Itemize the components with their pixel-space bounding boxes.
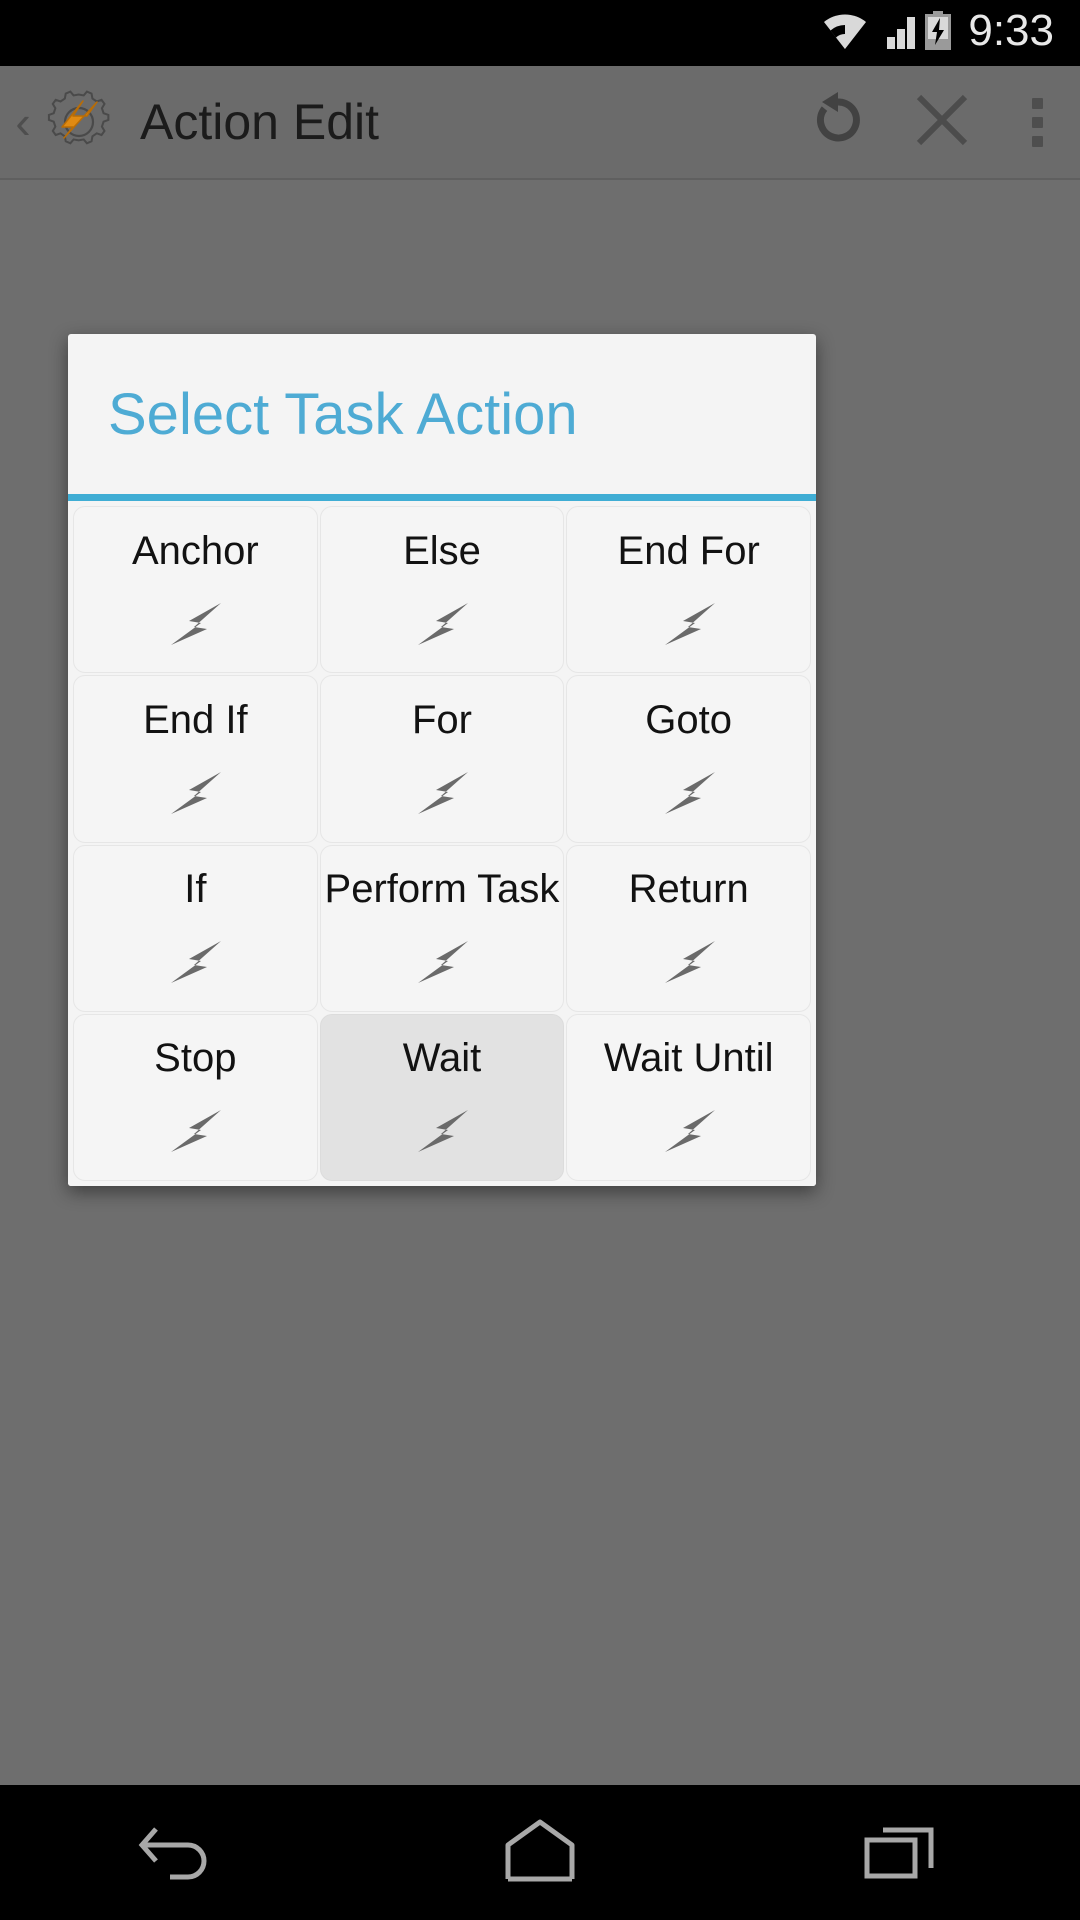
task-action-label: Stop <box>154 1036 237 1081</box>
undo-rotate-left-icon <box>807 89 869 156</box>
task-action-cell[interactable]: End For <box>566 506 811 674</box>
task-action-label: End If <box>143 697 248 742</box>
action-bar: ‹ Action Edit <box>0 66 1080 180</box>
task-action-label: Perform Task <box>324 867 560 912</box>
page-title: Action Edit <box>140 94 380 150</box>
system-navigation-bar <box>0 1785 1080 1920</box>
task-action-label: Anchor <box>131 528 259 573</box>
wifi-icon <box>822 12 868 55</box>
nav-home-button[interactable] <box>440 1785 640 1920</box>
phone-screen: 9:33 ‹ Action Edit Select Task Action An… <box>0 0 1080 1920</box>
task-action-cell[interactable]: Anchor <box>73 506 318 674</box>
task-action-cell[interactable]: If <box>73 844 318 1012</box>
select-task-action-dialog: Select Task Action Anchor Else End For End … <box>68 334 816 1186</box>
task-action-cell[interactable]: Wait Until <box>566 1013 811 1181</box>
cellular-signal-icon <box>874 12 918 55</box>
lightning-bolt-icon <box>661 935 717 987</box>
undo-button[interactable] <box>786 65 890 179</box>
dialog-title-bar: Select Task Action <box>68 334 816 494</box>
overflow-dots-icon <box>1031 94 1043 151</box>
dialog-title: Select Task Action <box>108 381 578 447</box>
task-action-label: Wait <box>402 1036 482 1081</box>
lightning-bolt-icon <box>167 597 223 649</box>
lightning-bolt-icon <box>167 766 223 818</box>
recents-icon <box>861 1816 939 1889</box>
task-action-label: Wait Until <box>603 1036 774 1081</box>
task-action-cell[interactable]: End If <box>73 675 318 843</box>
task-action-cell[interactable]: Goto <box>566 675 811 843</box>
dialog-accent-divider <box>68 494 816 501</box>
home-icon <box>502 1817 578 1888</box>
task-action-label: End For <box>617 528 760 573</box>
lightning-bolt-icon <box>167 1104 223 1156</box>
lightning-bolt-icon <box>661 766 717 818</box>
overflow-menu-button[interactable] <box>994 65 1080 179</box>
battery-charging-icon <box>924 10 952 56</box>
task-action-cell[interactable]: Perform Task <box>319 844 565 1012</box>
lightning-bolt-icon <box>661 597 717 649</box>
lightning-bolt-icon <box>414 597 470 649</box>
task-action-cell[interactable]: Return <box>566 844 811 1012</box>
lightning-bolt-icon <box>167 935 223 987</box>
task-action-label: Else <box>403 528 481 573</box>
tasker-gear-bolt-icon[interactable] <box>40 83 118 161</box>
task-action-cell[interactable]: Stop <box>73 1013 318 1181</box>
status-bar: 9:33 <box>0 0 1080 66</box>
task-action-cell[interactable]: Wait <box>319 1013 565 1181</box>
task-action-label: Return <box>628 867 749 912</box>
task-action-label: If <box>184 867 207 912</box>
lightning-bolt-icon <box>661 1104 717 1156</box>
lightning-bolt-icon <box>414 766 470 818</box>
back-arrow-icon <box>132 1815 228 1890</box>
nav-back-button[interactable] <box>80 1785 280 1920</box>
nav-recents-button[interactable] <box>800 1785 1000 1920</box>
status-bar-clock: 9:33 <box>968 6 1054 55</box>
close-button[interactable] <box>890 65 994 179</box>
close-x-icon <box>913 91 971 154</box>
task-action-grid: Anchor Else End For End If For Goto If Perform … <box>68 501 816 1186</box>
task-action-cell[interactable]: Else <box>319 506 565 674</box>
task-action-label: Goto <box>645 697 733 742</box>
lightning-bolt-icon <box>414 1104 470 1156</box>
task-action-label: For <box>411 697 472 742</box>
task-action-cell[interactable]: For <box>319 675 565 843</box>
lightning-bolt-icon <box>414 935 470 987</box>
up-navigation-chevron-icon[interactable]: ‹ <box>8 99 38 145</box>
